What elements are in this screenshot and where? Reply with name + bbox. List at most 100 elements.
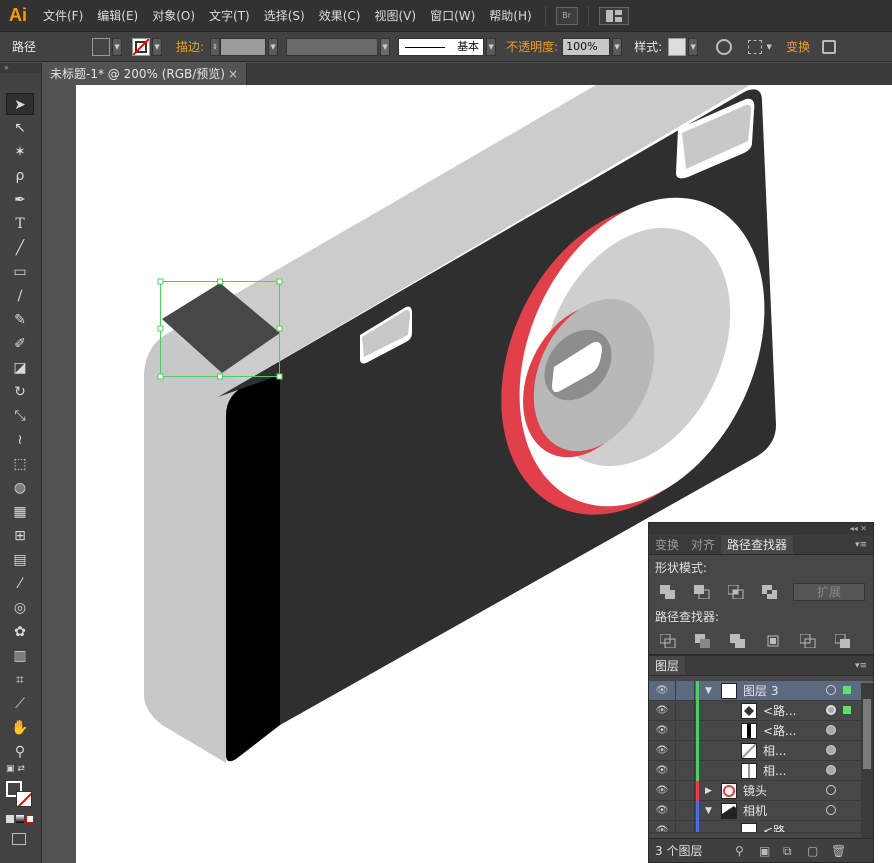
eyedropper-tool-icon[interactable]: ⁄ <box>6 573 34 595</box>
lock-toggle[interactable] <box>675 741 695 761</box>
blend-tool-icon[interactable]: ◎ <box>6 597 34 619</box>
layer-name[interactable]: 相机 <box>743 801 767 821</box>
lock-toggle[interactable] <box>675 761 695 781</box>
isolate-icon[interactable] <box>822 39 837 54</box>
panel-header[interactable]: ◂◂ ✕ <box>649 523 873 535</box>
stroke-stepper[interactable]: ⇕ <box>210 37 221 56</box>
merge-icon[interactable] <box>727 632 748 650</box>
lock-toggle[interactable] <box>675 801 695 821</box>
line-tool-icon[interactable]: ╱ <box>6 237 34 259</box>
chevron-down-icon[interactable]: ▼ <box>112 37 123 56</box>
selection-indicator[interactable] <box>843 686 851 694</box>
layer-row[interactable]: 👁 ▶ 镜头 <box>649 781 873 801</box>
chevron-down-icon[interactable]: ▼ <box>380 37 391 56</box>
layer-name[interactable]: 相... <box>763 761 786 781</box>
selection-indicator[interactable] <box>843 706 851 714</box>
gradient-icon[interactable] <box>16 815 24 823</box>
outline-icon[interactable] <box>797 632 818 650</box>
menu-object[interactable]: 对象(O) <box>145 0 202 32</box>
rotate-tool-icon[interactable]: ↻ <box>6 381 34 403</box>
eye-icon[interactable]: 👁 <box>655 825 669 832</box>
chevron-down-icon[interactable]: ▼ <box>688 37 699 56</box>
layer-row[interactable]: 👁 <路... <box>649 821 873 833</box>
trim-icon[interactable] <box>692 632 713 650</box>
panel-menu-icon[interactable]: ▾≡ <box>855 535 873 554</box>
delete-layer-icon[interactable]: 🗑 <box>831 839 846 863</box>
target-icon[interactable] <box>826 785 836 795</box>
shape-builder-tool-icon[interactable]: ◍ <box>6 477 34 499</box>
opacity-label[interactable]: 不透明度: <box>502 38 562 55</box>
tab-transform[interactable]: 变换 <box>649 535 685 554</box>
tab-pathfinder[interactable]: 路径查找器 <box>721 535 794 554</box>
locate-object-icon[interactable]: ⚲ <box>735 839 744 863</box>
free-transform-tool-icon[interactable]: ⬚ <box>6 453 34 475</box>
target-icon[interactable] <box>826 705 836 715</box>
pencil-tool-icon[interactable]: ✎ <box>6 309 34 331</box>
exclude-icon[interactable] <box>759 583 781 601</box>
zoom-tool-icon[interactable]: ⚲ <box>6 741 34 763</box>
magic-wand-tool-icon[interactable]: ✶ <box>6 141 34 163</box>
stroke-box[interactable] <box>16 791 32 807</box>
eye-icon[interactable]: 👁 <box>655 725 669 737</box>
panel-menu-icon[interactable]: ▾≡ <box>855 656 873 675</box>
eye-icon[interactable]: 👁 <box>655 685 669 697</box>
minus-front-icon[interactable] <box>691 583 713 601</box>
layer-row[interactable]: 👁 相... <box>649 761 873 781</box>
direct-selection-tool-icon[interactable]: ↖ <box>6 117 34 139</box>
default-colors-icon[interactable]: ▣ ⇄ <box>6 763 34 775</box>
symbol-sprayer-tool-icon[interactable]: ✿ <box>6 621 34 643</box>
minus-back-icon[interactable] <box>832 632 853 650</box>
scrollbar-thumb[interactable] <box>863 699 871 769</box>
lock-toggle[interactable] <box>675 781 695 801</box>
chevron-down-icon[interactable]: ▼ <box>764 38 774 56</box>
document-tab[interactable]: 未标题-1* @ 200% (RGB/预览) × <box>42 63 247 85</box>
tab-align[interactable]: 对齐 <box>685 535 721 554</box>
target-icon[interactable] <box>826 805 836 815</box>
make-clipping-mask-icon[interactable]: ▣ <box>759 839 770 863</box>
lock-toggle[interactable] <box>675 681 695 701</box>
brush-definition[interactable]: 基本 <box>398 37 485 56</box>
layer-row[interactable]: 👁 <路... <box>649 721 873 741</box>
chevron-down-icon[interactable]: ▼ <box>152 37 163 56</box>
disclosure-closed-icon[interactable]: ▶ <box>705 781 712 801</box>
layer-row[interactable]: 👁 ▼ 相机 <box>649 801 873 821</box>
type-tool-icon[interactable]: T <box>6 213 34 235</box>
pen-tool-icon[interactable]: ✒ <box>6 189 34 211</box>
drawing-mode-icon[interactable] <box>12 833 26 845</box>
eye-icon[interactable]: 👁 <box>655 705 669 717</box>
align-icon[interactable] <box>748 39 763 54</box>
warp-tool-icon[interactable]: ≀ <box>6 429 34 451</box>
menu-type[interactable]: 文字(T) <box>202 0 257 32</box>
menu-edit[interactable]: 编辑(E) <box>90 0 145 32</box>
collapse-icon[interactable]: » <box>0 63 41 73</box>
variable-width-profile[interactable] <box>286 37 379 56</box>
disclosure-open-icon[interactable]: ▼ <box>705 681 712 701</box>
layer-name[interactable]: <路... <box>763 721 797 741</box>
arrange-documents-button[interactable] <box>598 6 629 25</box>
menu-file[interactable]: 文件(F) <box>36 0 90 32</box>
tab-layers[interactable]: 图层 <box>649 656 686 675</box>
graphic-style-swatch[interactable] <box>668 37 687 56</box>
opacity-field[interactable]: 100% <box>562 37 611 56</box>
gradient-tool-icon[interactable]: ▤ <box>6 549 34 571</box>
layer-name[interactable]: 镜头 <box>743 781 767 801</box>
crop-icon[interactable] <box>762 632 783 650</box>
hand-tool-icon[interactable]: ✋ <box>6 717 34 739</box>
layer-name[interactable]: 图层 3 <box>743 681 778 701</box>
eraser-tool-icon[interactable]: ◪ <box>6 357 34 379</box>
chevron-down-icon[interactable]: ▼ <box>486 37 497 56</box>
eye-icon[interactable]: 👁 <box>655 805 669 817</box>
target-icon[interactable] <box>826 745 836 755</box>
selection-tool-icon[interactable]: ➤ <box>6 93 34 115</box>
lock-toggle[interactable] <box>675 721 695 741</box>
fill-stroke-indicator[interactable] <box>6 781 36 809</box>
new-layer-icon[interactable]: ▢ <box>807 839 818 863</box>
stroke-weight-field[interactable] <box>220 37 267 56</box>
intersect-icon[interactable] <box>725 583 747 601</box>
scale-tool-icon[interactable]: ⤡ <box>6 405 34 427</box>
none-icon[interactable] <box>26 815 34 823</box>
eye-icon[interactable]: 👁 <box>655 765 669 777</box>
lasso-tool-icon[interactable]: ρ <box>6 165 34 187</box>
close-icon[interactable]: × <box>228 63 238 85</box>
disclosure-open-icon[interactable]: ▼ <box>705 801 712 821</box>
